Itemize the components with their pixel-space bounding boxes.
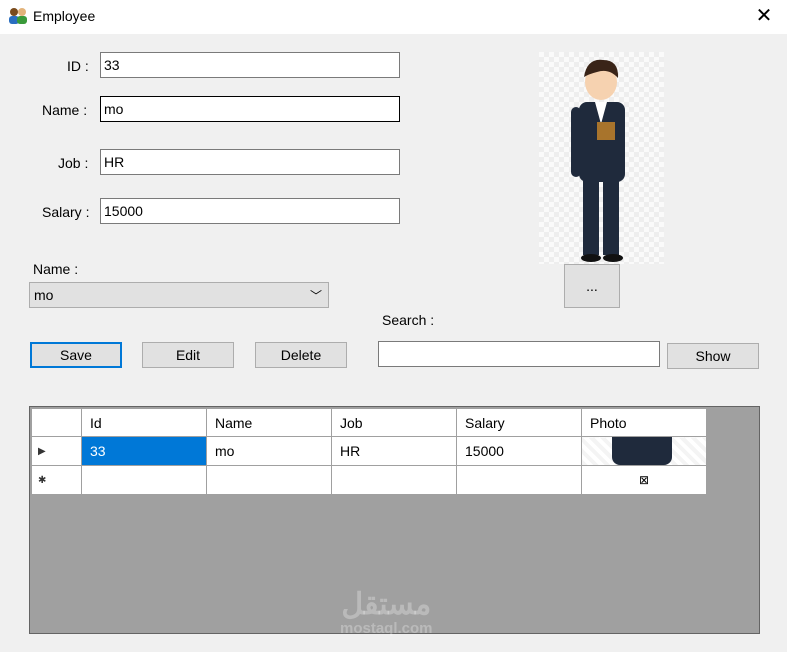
- close-icon: ✕: [755, 5, 773, 27]
- cell-id[interactable]: 33: [81, 436, 207, 466]
- column-header-photo[interactable]: Photo: [581, 408, 707, 437]
- column-header-name[interactable]: Name: [206, 408, 332, 437]
- employee-photo: [539, 52, 664, 264]
- dropdown-value: mo: [34, 287, 54, 303]
- search-label: Search :: [382, 312, 435, 328]
- delete-button[interactable]: Delete: [255, 342, 347, 368]
- businessman-image: [571, 59, 625, 262]
- grid-header-row: Id Name Job Salary Photo: [31, 408, 707, 437]
- cell-job[interactable]: HR: [331, 436, 457, 466]
- chevron-down-icon: ﹀: [309, 289, 322, 303]
- title-bar: Employee ✕: [0, 0, 787, 34]
- cell-photo[interactable]: [581, 436, 707, 466]
- cell-name[interactable]: mo: [206, 436, 332, 466]
- name-dropdown[interactable]: mo ﹀: [29, 282, 329, 308]
- show-button[interactable]: Show: [667, 343, 759, 369]
- column-header-salary[interactable]: Salary: [456, 408, 582, 437]
- job-input[interactable]: [100, 149, 400, 175]
- browse-photo-button[interactable]: ...: [564, 264, 620, 308]
- watermark-arabic: مستقل: [341, 588, 432, 621]
- cell-salary[interactable]: 15000: [456, 436, 582, 466]
- combo-label: Name :: [33, 261, 79, 277]
- close-button[interactable]: ✕: [741, 0, 787, 32]
- job-label: Job :: [58, 155, 89, 171]
- new-table-row[interactable]: ✱ ⊠: [31, 465, 707, 495]
- empty-image-icon[interactable]: ⊠: [581, 465, 707, 495]
- current-row-icon[interactable]: ▶: [31, 436, 82, 466]
- salary-label: Salary :: [42, 204, 90, 220]
- id-input[interactable]: [100, 52, 400, 78]
- column-header-job[interactable]: Job: [331, 408, 457, 437]
- users-icon: [9, 8, 27, 24]
- save-button[interactable]: Save: [30, 342, 122, 368]
- search-input[interactable]: [378, 341, 660, 367]
- name-input[interactable]: [100, 96, 400, 122]
- corner-header: [31, 408, 82, 437]
- new-cell-id[interactable]: [81, 465, 207, 495]
- window-title: Employee: [33, 8, 96, 24]
- id-label: ID :: [67, 58, 89, 74]
- edit-button[interactable]: Edit: [142, 342, 234, 368]
- photo-thumbnail: [612, 437, 672, 465]
- watermark-latin: mostaql.com: [340, 620, 433, 637]
- new-row-icon[interactable]: ✱: [31, 465, 82, 495]
- table-row[interactable]: ▶ 33 mo HR 15000: [31, 436, 707, 466]
- watermark: مستقل mostaql.com: [340, 588, 433, 638]
- salary-input[interactable]: [100, 198, 400, 224]
- new-cell-job[interactable]: [331, 465, 457, 495]
- new-cell-name[interactable]: [206, 465, 332, 495]
- name-label: Name :: [42, 102, 88, 118]
- column-header-id[interactable]: Id: [81, 408, 207, 437]
- new-cell-salary[interactable]: [456, 465, 582, 495]
